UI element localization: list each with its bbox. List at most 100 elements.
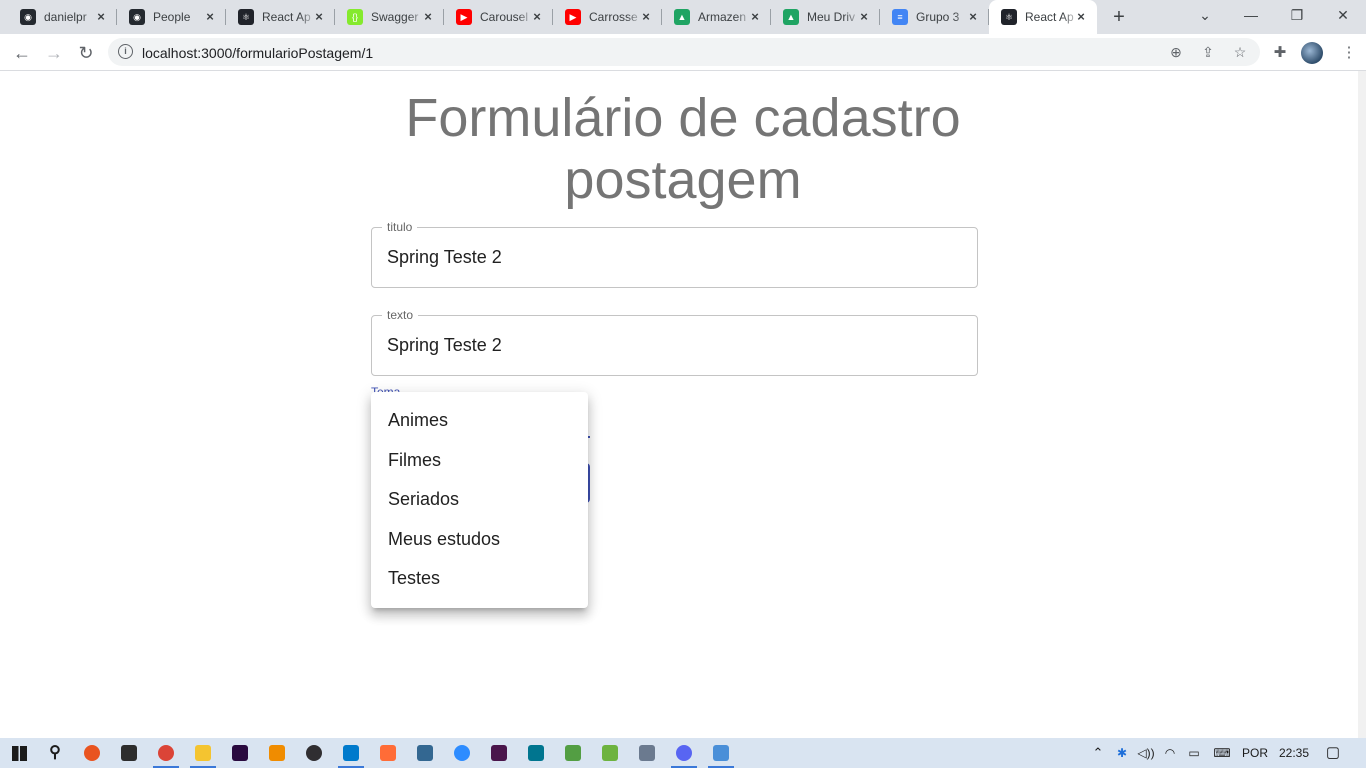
- tab-close-icon[interactable]: ×: [638, 9, 654, 25]
- dbeaver-taskbar-button[interactable]: [630, 738, 664, 768]
- tab-title: danielpr: [44, 10, 87, 24]
- browser-tab[interactable]: ▶ Carousel ×: [444, 0, 553, 34]
- tab-title: Armazen: [698, 10, 747, 24]
- tema-menu-item[interactable]: Filmes: [371, 441, 588, 481]
- address-bar[interactable]: i localhost:3000/formularioPostagem/1 ⊕ …: [108, 38, 1260, 66]
- tema-menu-item[interactable]: Animes: [371, 401, 588, 441]
- battery-icon[interactable]: ▭: [1184, 738, 1204, 768]
- browser-tab[interactable]: ▲ Meu Driv ×: [771, 0, 880, 34]
- file-explorer-taskbar-button[interactable]: [186, 738, 220, 768]
- texto-input[interactable]: Spring Teste 2: [387, 335, 502, 356]
- volume-icon[interactable]: ◁)): [1136, 738, 1156, 768]
- close-window-button[interactable]: ✕: [1320, 0, 1366, 34]
- tab-title: Grupo 3: [916, 10, 960, 24]
- restore-button[interactable]: ❐: [1274, 0, 1320, 34]
- swagger-icon: {}: [347, 9, 363, 25]
- windows-start-taskbar-button[interactable]: [2, 738, 36, 768]
- reload-icon[interactable]: ↻: [73, 40, 99, 66]
- browser-tab[interactable]: ⚛ React Ap ×: [226, 0, 335, 34]
- nodejs-taskbar-button[interactable]: [556, 738, 590, 768]
- bluetooth-icon[interactable]: ✱: [1112, 738, 1132, 768]
- postman-icon: [380, 745, 396, 761]
- google-drive-icon: ▲: [674, 9, 690, 25]
- dbeaver-icon: [639, 745, 655, 761]
- youtube-icon: ▶: [456, 9, 472, 25]
- postgres-taskbar-button[interactable]: [408, 738, 442, 768]
- tray-overflow-chevron-icon[interactable]: ⌃: [1088, 738, 1108, 768]
- search-icon: ⚲: [49, 744, 61, 761]
- tab-close-icon[interactable]: ×: [202, 9, 218, 25]
- clock-time[interactable]: 22:35: [1274, 738, 1314, 768]
- premiere-taskbar-button[interactable]: [223, 738, 257, 768]
- vlc-icon: [269, 745, 285, 761]
- search-taskbar-button[interactable]: ⚲: [38, 738, 72, 768]
- input-language[interactable]: POR: [1240, 738, 1270, 768]
- browser-toolbar: ← → ↻ i localhost:3000/formularioPostage…: [0, 34, 1366, 71]
- url-text[interactable]: localhost:3000/formularioPostagem/1: [142, 45, 373, 61]
- tab-title: Meu Driv: [807, 10, 856, 24]
- windows-start-icon: [11, 745, 27, 761]
- browser-tab[interactable]: ◉ People ×: [117, 0, 226, 34]
- browser-tab[interactable]: ◉ danielpr ×: [8, 0, 117, 34]
- profile-avatar[interactable]: [1301, 42, 1323, 64]
- browser-tab[interactable]: {} Swagger ×: [335, 0, 444, 34]
- minimize-button[interactable]: —: [1228, 0, 1274, 34]
- bookmark-star-icon[interactable]: ☆: [1230, 42, 1250, 62]
- new-tab-button[interactable]: +: [1108, 7, 1130, 29]
- google-docs-icon: ≡: [892, 9, 908, 25]
- tema-menu-item[interactable]: Meus estudos: [371, 520, 588, 560]
- react-icon: ⚛: [1001, 9, 1017, 25]
- vscode-taskbar-button[interactable]: [334, 738, 368, 768]
- github-icon: ◉: [20, 9, 36, 25]
- texto-field[interactable]: texto Spring Teste 2: [371, 308, 978, 376]
- postman-taskbar-button[interactable]: [371, 738, 405, 768]
- share-icon[interactable]: ⇪: [1198, 42, 1218, 62]
- tab-title: People: [153, 10, 191, 24]
- browser-tab[interactable]: ≡ Grupo 3 ×: [880, 0, 989, 34]
- extensions-puzzle-icon[interactable]: ✚: [1269, 42, 1291, 64]
- tab-close-icon[interactable]: ×: [747, 9, 763, 25]
- obs-taskbar-button[interactable]: [297, 738, 331, 768]
- notifications-icon[interactable]: ▢: [1320, 738, 1346, 768]
- page-scrollbar[interactable]: [1358, 71, 1366, 738]
- notepad-taskbar-button[interactable]: [704, 738, 738, 768]
- tab-close-icon[interactable]: ×: [93, 9, 109, 25]
- tab-close-icon[interactable]: ×: [1073, 9, 1089, 25]
- slack-icon: [491, 745, 507, 761]
- react-icon: ⚛: [238, 9, 254, 25]
- titulo-field[interactable]: titulo Spring Teste 2: [371, 220, 978, 288]
- mysql-workbench-taskbar-button[interactable]: [519, 738, 553, 768]
- tema-menu-item[interactable]: Seriados: [371, 480, 588, 520]
- chrome-taskbar-button[interactable]: [149, 738, 183, 768]
- forward-arrow-icon[interactable]: →: [41, 40, 67, 66]
- tab-close-icon[interactable]: ×: [965, 9, 981, 25]
- discord-taskbar-button[interactable]: [667, 738, 701, 768]
- tab-close-icon[interactable]: ×: [420, 9, 436, 25]
- spring-taskbar-button[interactable]: [593, 738, 627, 768]
- tema-menu-item[interactable]: Testes: [371, 559, 588, 599]
- wifi-icon[interactable]: ◠: [1160, 738, 1180, 768]
- site-info-icon[interactable]: i: [118, 44, 133, 59]
- vlc-taskbar-button[interactable]: [260, 738, 294, 768]
- zoom-taskbar-button[interactable]: [445, 738, 479, 768]
- slack-taskbar-button[interactable]: [482, 738, 516, 768]
- browser-menu-icon[interactable]: ⋮: [1338, 42, 1360, 64]
- browser-tab[interactable]: ⚛ React Ap ×: [989, 0, 1097, 34]
- browser-tab[interactable]: ▶ Carrosse ×: [553, 0, 662, 34]
- page-title: Formulário de cadastro postagem: [405, 88, 961, 210]
- tab-close-icon[interactable]: ×: [529, 9, 545, 25]
- terminal-taskbar-button[interactable]: [112, 738, 146, 768]
- notepad-icon: [713, 745, 729, 761]
- tab-title: React Ap: [1025, 10, 1074, 24]
- zoom-icon[interactable]: ⊕: [1166, 42, 1186, 62]
- ubuntu-taskbar-button[interactable]: [75, 738, 109, 768]
- back-arrow-icon[interactable]: ←: [9, 40, 35, 66]
- youtube-icon: ▶: [565, 9, 581, 25]
- browser-tab[interactable]: ▲ Armazen ×: [662, 0, 771, 34]
- tab-close-icon[interactable]: ×: [856, 9, 872, 25]
- tab-search-button[interactable]: ⌄: [1182, 0, 1228, 34]
- keyboard-icon[interactable]: ⌨: [1208, 738, 1236, 768]
- premiere-icon: [232, 745, 248, 761]
- titulo-input[interactable]: Spring Teste 2: [387, 247, 502, 268]
- tab-close-icon[interactable]: ×: [311, 9, 327, 25]
